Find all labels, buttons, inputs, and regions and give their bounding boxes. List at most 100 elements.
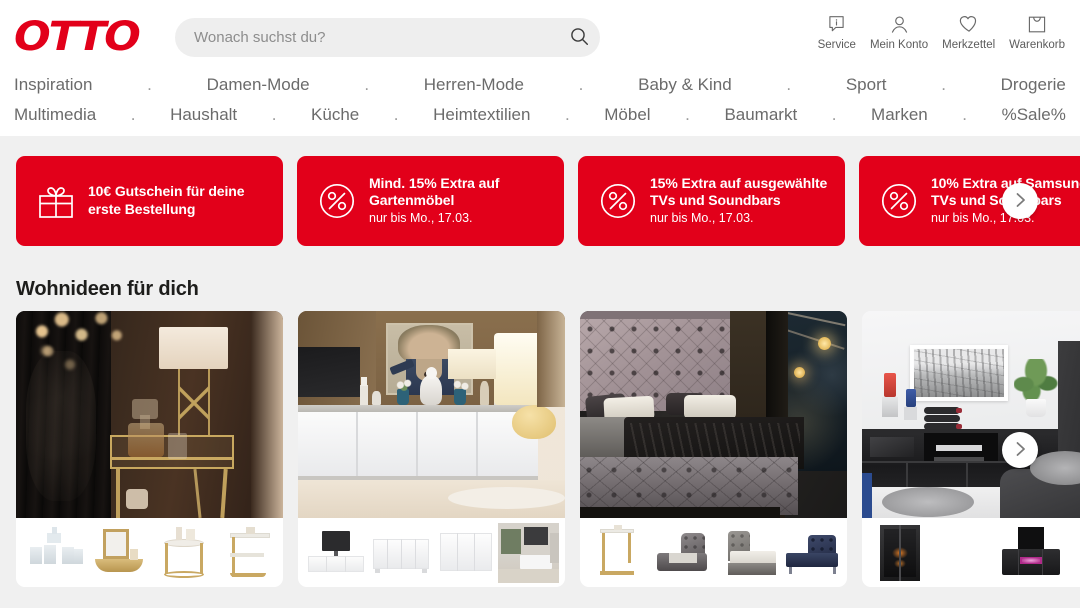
- header-action-label: Warenkorb: [1009, 39, 1065, 51]
- card-thumbnail-row: [16, 518, 283, 587]
- promo-banner-gutschein[interactable]: 10€ Gutschein für deine erste Bestellung: [16, 156, 283, 246]
- nav-item-multimedia[interactable]: Multimedia: [14, 100, 96, 130]
- promo-banner-tvs-soundbars[interactable]: 15% Extra auf ausgewählte TVs und Soundb…: [578, 156, 845, 246]
- product-thumbnail[interactable]: [998, 523, 1080, 583]
- scene-gold-bar-cart: [16, 311, 283, 518]
- header-action-service[interactable]: Service: [811, 13, 863, 52]
- scene-velvet-bed-bedroom: [580, 311, 847, 518]
- search-submit-button[interactable]: [558, 18, 600, 57]
- inspiration-card[interactable]: [16, 311, 283, 587]
- promo-track: 10€ Gutschein für deine erste Bestellung…: [16, 156, 1080, 246]
- card-photo: [580, 311, 847, 518]
- nav-separator: .: [578, 75, 584, 94]
- chevron-right-icon: [1014, 441, 1027, 460]
- nav-item-moebel[interactable]: Möbel: [604, 100, 650, 130]
- scene-black-lowboard-living-room: [862, 311, 1080, 518]
- promo-title: 10€ Gutschein für deine erste Bestellung: [88, 183, 245, 217]
- product-thumbnail[interactable]: [22, 522, 83, 583]
- product-thumbnail[interactable]: [368, 522, 430, 583]
- nav-item-haushalt[interactable]: Haushalt: [170, 100, 237, 130]
- nav-row-2: Multimedia . Haushalt . Küche . Heimtext…: [0, 100, 1080, 130]
- info-bubble-icon: [828, 13, 845, 35]
- chevron-right-icon: [1014, 192, 1027, 211]
- product-thumbnail[interactable]: [304, 522, 365, 583]
- product-thumbnail[interactable]: [216, 522, 277, 583]
- nav-item-baumarkt[interactable]: Baumarkt: [724, 100, 797, 130]
- nav-separator: .: [147, 75, 152, 94]
- header-action-label: Mein Konto: [869, 39, 929, 51]
- nav-row-1: Inspiration . Damen-Mode . Herren-Mode .…: [0, 70, 1080, 100]
- product-thumbnail[interactable]: [715, 522, 777, 583]
- header-action-merkzettel[interactable]: Merkzettel: [935, 13, 1002, 52]
- percent-circle-icon: [311, 179, 363, 223]
- percent-circle-icon: [873, 179, 925, 223]
- nav-item-herren-mode[interactable]: Herren-Mode: [424, 70, 524, 100]
- nav-separator: .: [364, 75, 370, 94]
- product-thumbnail[interactable]: [780, 522, 841, 583]
- nav-item-heimtextilien[interactable]: Heimtextilien: [433, 100, 530, 130]
- promo-subtitle: nur bis Mo., 17.03.: [650, 211, 754, 225]
- promo-title: Mind. 15% Extra auf Gartenmöbel: [369, 175, 500, 208]
- product-thumbnail[interactable]: [586, 522, 647, 583]
- nav-item-sale[interactable]: %Sale%: [1002, 100, 1066, 130]
- percent-circle-icon: [592, 179, 644, 223]
- promo-banner-gartenmoebel[interactable]: Mind. 15% Extra auf Gartenmöbel nur bis …: [297, 156, 564, 246]
- card-photo: [298, 311, 565, 518]
- nav-separator: .: [962, 105, 968, 124]
- product-thumbnail[interactable]: [868, 523, 994, 583]
- shopping-bag-icon: [1028, 13, 1046, 35]
- header-action-mein-konto[interactable]: Mein Konto: [863, 13, 935, 52]
- user-icon: [890, 13, 909, 35]
- card-thumbnail-row: [862, 518, 1080, 587]
- header-action-label: Merkzettel: [942, 39, 996, 51]
- nav-separator: .: [393, 105, 399, 124]
- nav-item-kueche[interactable]: Küche: [311, 100, 359, 130]
- nav-item-sport[interactable]: Sport: [846, 70, 887, 100]
- promo-carousel-next-button[interactable]: [1002, 183, 1038, 219]
- header-action-warenkorb[interactable]: Warenkorb: [1002, 13, 1072, 52]
- header-topbar: OTTO Wonach suchst du? Service Mein Kont…: [0, 0, 1080, 74]
- nav-item-damen-mode[interactable]: Damen-Mode: [207, 70, 310, 100]
- nav-item-baby-kind[interactable]: Baby & Kind: [638, 70, 732, 100]
- otto-logo[interactable]: OTTO: [14, 15, 141, 59]
- nav-separator: .: [130, 105, 136, 124]
- card-thumbnail-row: [580, 518, 847, 587]
- search-bar[interactable]: [175, 18, 600, 57]
- inspiration-carousel: [0, 311, 1080, 588]
- nav-item-drogerie[interactable]: Drogerie: [1001, 70, 1066, 100]
- promo-subtitle: nur bis Mo., 17.03.: [369, 211, 473, 225]
- header-action-label: Service: [817, 39, 856, 51]
- nav-separator: .: [271, 105, 277, 124]
- card-thumbnail-row: [298, 518, 565, 587]
- nav-separator: .: [685, 105, 690, 124]
- header-actions: Service Mein Konto Merkzettel Warenkorb: [811, 13, 1072, 52]
- inspiration-card[interactable]: [298, 311, 565, 587]
- nav-separator: .: [831, 105, 837, 124]
- inspiration-card[interactable]: [580, 311, 847, 587]
- product-thumbnail[interactable]: [151, 522, 213, 583]
- promo-title: 15% Extra auf ausgewählte TVs und Soundb…: [650, 175, 828, 208]
- card-photo: [862, 311, 1080, 518]
- product-thumbnail[interactable]: [86, 522, 148, 583]
- product-thumbnail[interactable]: [650, 522, 712, 583]
- promo-banner-samsung[interactable]: 10% Extra auf Samsung TVs und Soundbars …: [859, 156, 1080, 246]
- site-header: OTTO Wonach suchst du? Service Mein Kont…: [0, 0, 1080, 136]
- scene-white-sideboard-living-room: [298, 311, 565, 518]
- nav-separator: .: [786, 75, 792, 94]
- nav-item-inspiration[interactable]: Inspiration: [14, 70, 92, 100]
- inspiration-track: [16, 311, 1080, 587]
- section-title-wohnideen: Wohnideen für dich: [16, 278, 199, 300]
- promo-carousel: 10€ Gutschein für deine erste Bestellung…: [0, 156, 1080, 246]
- search-input[interactable]: [194, 29, 558, 46]
- nav-separator: .: [564, 105, 570, 124]
- heart-icon: [959, 13, 979, 35]
- nav-item-marken[interactable]: Marken: [871, 100, 928, 130]
- search-icon: [570, 27, 589, 49]
- gift-icon: [30, 179, 82, 223]
- inspiration-carousel-next-button[interactable]: [1002, 432, 1038, 468]
- product-thumbnail[interactable]: [433, 522, 495, 583]
- inspiration-card[interactable]: [862, 311, 1080, 587]
- product-thumbnail[interactable]: [498, 522, 559, 583]
- main-navigation: Inspiration . Damen-Mode . Herren-Mode .…: [0, 70, 1080, 130]
- card-photo: [16, 311, 283, 518]
